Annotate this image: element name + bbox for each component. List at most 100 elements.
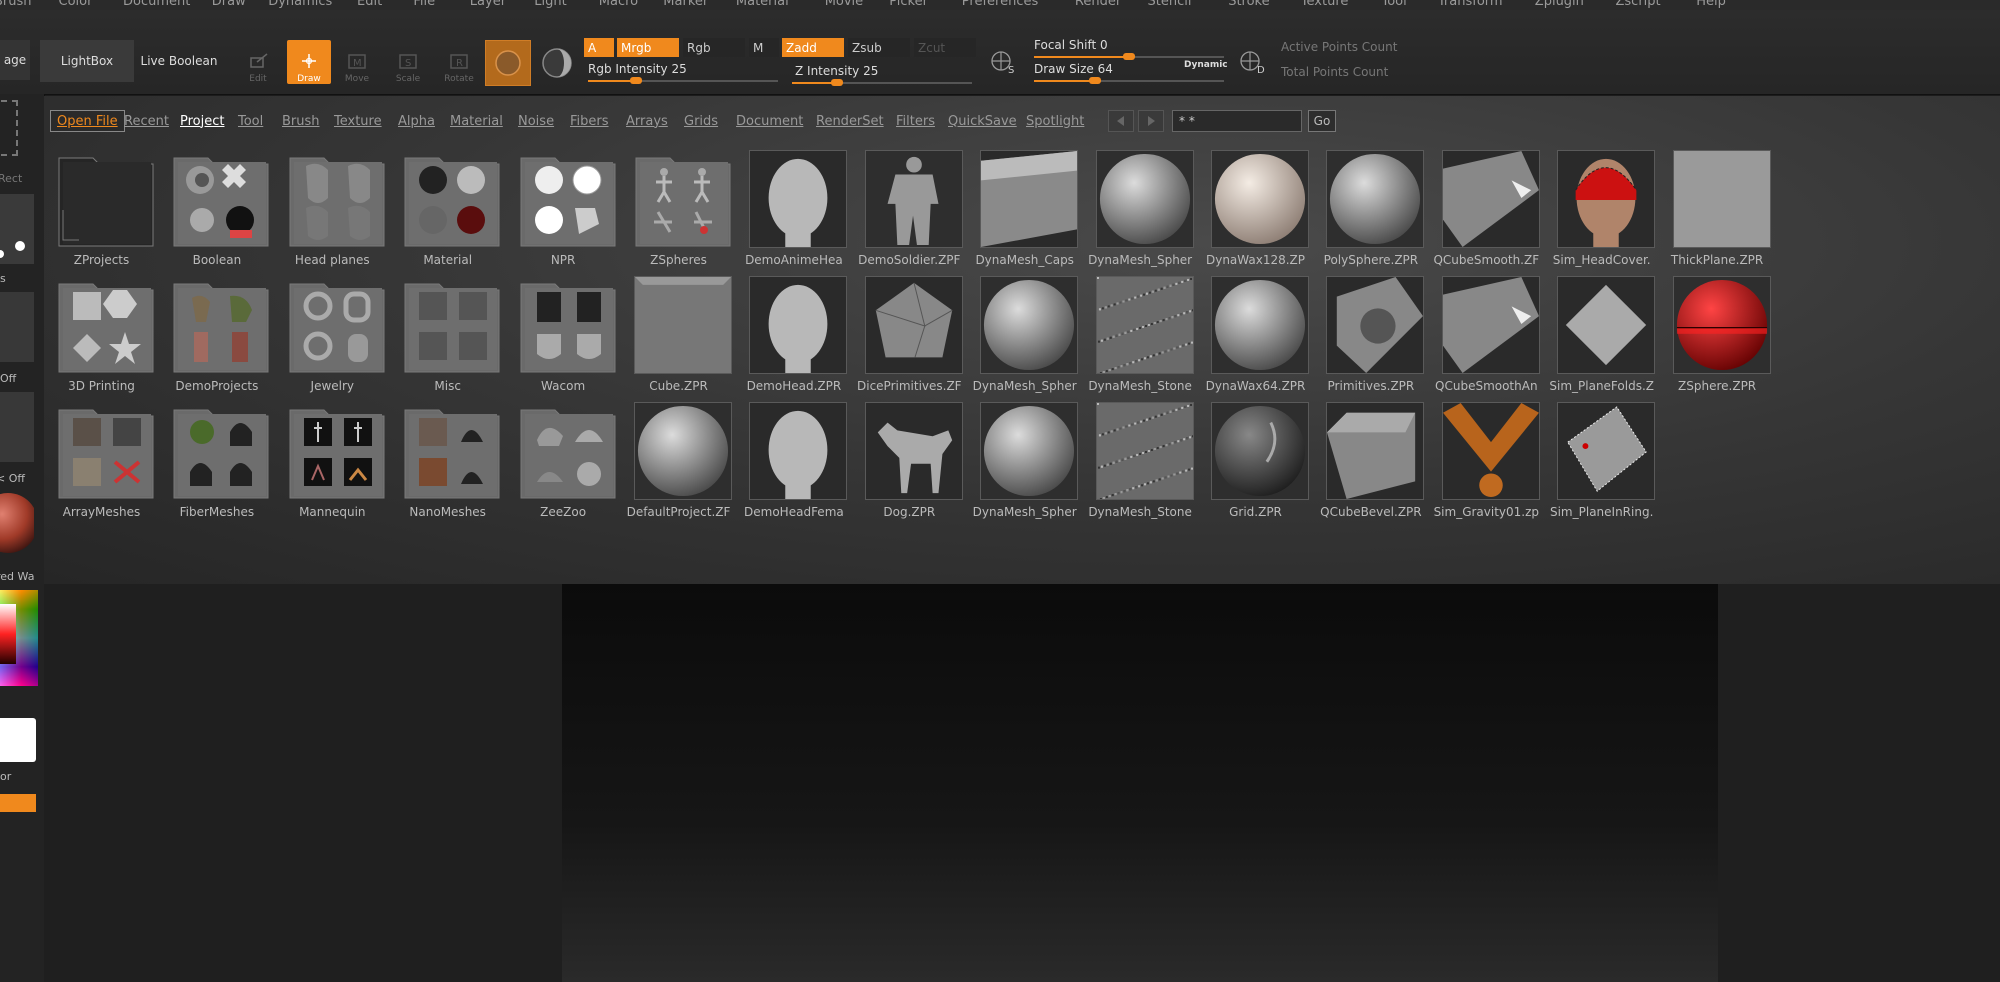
file-diceprimitives-zf[interactable]: DicePrimitives.ZF [852,276,967,402]
menu-zscript[interactable]: Zscript [1616,0,1661,9]
tab-recent[interactable]: Recent [124,110,169,132]
a-toggle[interactable]: A [584,38,614,57]
file-defaultproject-zf[interactable]: DefaultProject.ZF [621,402,736,528]
file-demoheadfema[interactable]: DemoHeadFema [736,402,851,528]
rect-stroke-button[interactable] [0,100,18,156]
folder-boolean[interactable]: Boolean [159,150,274,276]
folder-npr[interactable]: NPR [506,150,621,276]
prev-arrow-button[interactable] [1108,110,1134,132]
file-thickplane-zpr[interactable]: ThickPlane.ZPR [1660,150,1775,276]
scale-tool-button[interactable]: S Scale [386,40,430,84]
main-color-swatch[interactable] [0,718,36,762]
file-dynawax128-zp[interactable]: DynaWax128.ZP [1198,150,1313,276]
zsub-toggle[interactable]: Zsub [848,38,910,57]
file-grid-zpr[interactable]: Grid.ZPR [1198,402,1313,528]
file-qcubebevel-zpr[interactable]: QCubeBevel.ZPR [1313,402,1428,528]
tab-quicksave[interactable]: QuickSave [948,110,1017,132]
file-dynamesh-spher[interactable]: DynaMesh_Spher [967,276,1082,402]
folder-head-planes[interactable]: Head planes [275,150,390,276]
folder-wacom[interactable]: Wacom [506,276,621,402]
focal-shift-knob[interactable] [1123,53,1135,60]
menu-zplugin[interactable]: Zplugin [1535,0,1584,9]
tab-spotlight[interactable]: Spotlight [1026,110,1084,132]
rgb-toggle[interactable]: Rgb [683,38,745,57]
file-cube-zpr[interactable]: Cube.ZPR [621,276,736,402]
lightbox-button[interactable]: LightBox [40,40,134,82]
folder-arraymeshes[interactable]: ArrayMeshes [44,402,159,528]
file-qcubesmooth-zf[interactable]: QCubeSmooth.ZF [1429,150,1544,276]
d-button[interactable]: D [1237,46,1267,76]
menu-marker[interactable]: Marker [663,0,708,9]
file-dynamesh-stone[interactable]: DynaMesh_Stone [1083,276,1198,402]
m-toggle[interactable]: M [749,38,779,57]
file-demosoldier-zpf[interactable]: DemoSoldier.ZPF [852,150,967,276]
menu-file[interactable]: File [413,0,435,9]
file-polysphere-zpr[interactable]: PolySphere.ZPR [1313,150,1428,276]
folder-misc[interactable]: Misc [390,276,505,402]
file-sim-planefolds-z[interactable]: Sim_PlaneFolds.Z [1544,276,1659,402]
file-dog-zpr[interactable]: Dog.ZPR [852,402,967,528]
edit-tool-button[interactable]: Edit [236,40,280,84]
tab-grids[interactable]: Grids [684,110,718,132]
menu-edit[interactable]: Edit [357,0,382,9]
texture-off-thumbnail[interactable] [0,292,34,362]
zadd-toggle[interactable]: Zadd [782,38,844,57]
menu-picker[interactable]: Picker [889,0,928,9]
folder-mannequin[interactable]: Mannequin [275,402,390,528]
draw-size-slider[interactable] [1034,77,1224,84]
tab-brush[interactable]: Brush [282,110,320,132]
menu-preferences[interactable]: Preferences [962,0,1038,9]
zcut-toggle[interactable]: Zcut [914,38,976,57]
file-sim-planeinring[interactable]: Sim_PlaneInRing. [1544,402,1659,528]
menu-draw[interactable]: Draw [212,0,246,9]
folder-zprojects[interactable]: ZProjects [44,150,159,276]
folder-nanomeshes[interactable]: NanoMeshes [390,402,505,528]
mrgb-toggle[interactable]: Mrgb [617,38,679,57]
go-button[interactable]: Go [1308,110,1336,132]
alpha-off-thumbnail[interactable] [0,392,34,462]
tab-material[interactable]: Material [450,110,503,132]
tab-renderset[interactable]: RenderSet [816,110,884,132]
material-thumbnail[interactable] [0,488,34,558]
file-dynamesh-caps[interactable]: DynaMesh_Caps [967,150,1082,276]
saturation-square[interactable] [0,604,16,664]
file-dynamesh-stone[interactable]: DynaMesh_Stone [1083,402,1198,528]
menu-stencil[interactable]: Stencil [1148,0,1192,9]
rgb-intensity-slider[interactable] [588,77,778,84]
brush-selector-button[interactable] [485,40,531,86]
page-button[interactable]: age [0,40,30,80]
tab-texture[interactable]: Texture [334,110,382,132]
search-input[interactable] [1172,110,1302,132]
folder-demoprojects[interactable]: DemoProjects [159,276,274,402]
z-intensity-slider[interactable] [792,79,972,86]
rotate-tool-button[interactable]: R Rotate [437,40,481,84]
menu-dynamics[interactable]: Dynamics [268,0,332,9]
file-zsphere-zpr[interactable]: ZSphere.ZPR [1660,276,1775,402]
menu-document[interactable]: Document [123,0,190,9]
folder-zeezoo[interactable]: ZeeZoo [506,402,621,528]
tab-alpha[interactable]: Alpha [398,110,435,132]
folder-fibermeshes[interactable]: FiberMeshes [159,402,274,528]
tab-project[interactable]: Project [180,110,224,132]
file-sim-headcover[interactable]: Sim_HeadCover. [1544,150,1659,276]
menu-material[interactable]: Material [736,0,789,9]
file-qcubesmoothan[interactable]: QCubeSmoothAn [1429,276,1544,402]
draw-tool-button[interactable]: Draw [287,40,331,84]
menu-stroke[interactable]: Stroke [1228,0,1269,9]
tab-arrays[interactable]: Arrays [626,110,668,132]
file-dynamesh-spher[interactable]: DynaMesh_Spher [1083,150,1198,276]
s-symmetry-button[interactable]: S [988,46,1018,76]
z-intensity-knob[interactable] [831,79,843,86]
rgb-intensity-knob[interactable] [629,77,642,84]
live-boolean-button[interactable]: Live Boolean [138,40,220,82]
file-demohead-zpr[interactable]: DemoHead.ZPR [736,276,851,402]
file-demoanimehea[interactable]: DemoAnimeHea [736,150,851,276]
next-arrow-button[interactable] [1138,110,1164,132]
menu-light[interactable]: Light [534,0,566,9]
document-canvas[interactable] [562,584,1718,982]
tab-open-file[interactable]: Open File [50,110,125,132]
folder-jewelry[interactable]: Jewelry [275,276,390,402]
tab-filters[interactable]: Filters [896,110,935,132]
file-dynawax64-zpr[interactable]: DynaWax64.ZPR [1198,276,1313,402]
material-sphere-button[interactable] [540,46,574,80]
